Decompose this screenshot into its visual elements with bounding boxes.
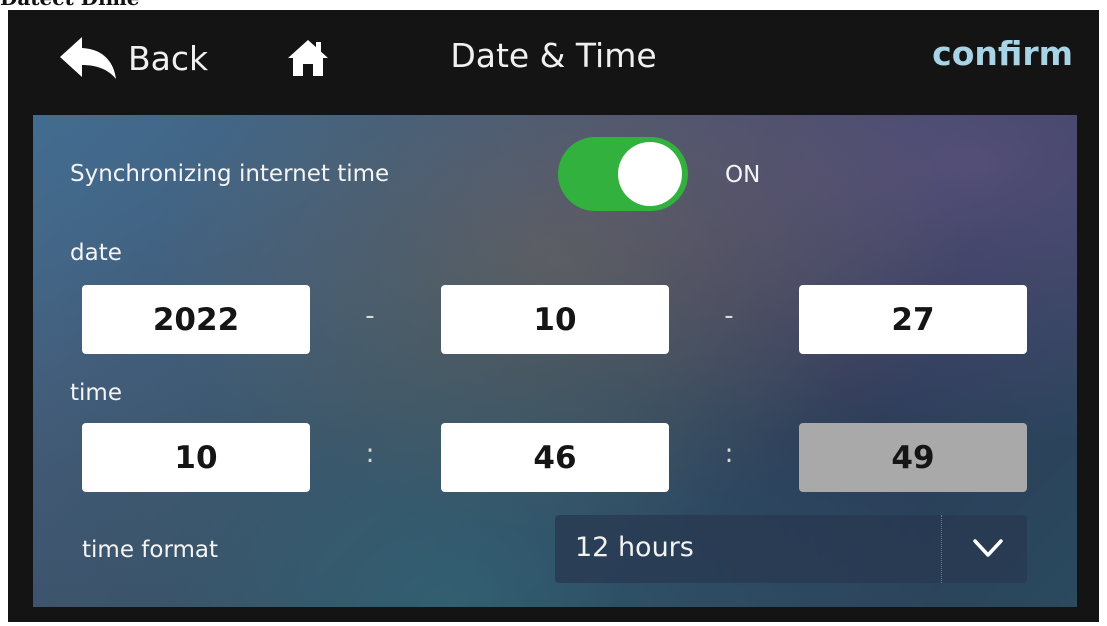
time-separator: : (724, 439, 734, 469)
sync-label: Synchronizing internet time (70, 161, 390, 187)
caption-text: Datect Dime (0, 0, 139, 10)
time-format-label: time format (82, 537, 219, 563)
select-divider (941, 515, 942, 583)
hour-field[interactable]: 10 (82, 423, 310, 492)
time-separator: : (365, 439, 375, 469)
device-screen: Back Date & Time confirm Synchronizing i… (8, 10, 1099, 622)
year-field[interactable]: 2022 (82, 285, 310, 354)
second-field: 49 (799, 423, 1027, 492)
sync-toggle[interactable] (558, 137, 688, 211)
day-field[interactable]: 27 (799, 285, 1027, 354)
time-format-select[interactable]: 12 hours (555, 515, 1027, 583)
chevron-down-icon (973, 539, 1003, 557)
time-format-value: 12 hours (575, 532, 694, 563)
date-separator: - (724, 301, 734, 331)
sync-state-text: ON (725, 162, 761, 188)
date-separator: - (365, 301, 375, 331)
toggle-knob (618, 142, 682, 206)
month-field[interactable]: 10 (441, 285, 669, 354)
minute-field[interactable]: 46 (441, 423, 669, 492)
date-label: date (70, 240, 122, 266)
time-label: time (70, 380, 122, 406)
confirm-button[interactable]: confirm (932, 34, 1073, 73)
header-bar: Back Date & Time confirm (8, 10, 1099, 106)
settings-panel: Synchronizing internet time ON date 2022… (33, 115, 1077, 607)
